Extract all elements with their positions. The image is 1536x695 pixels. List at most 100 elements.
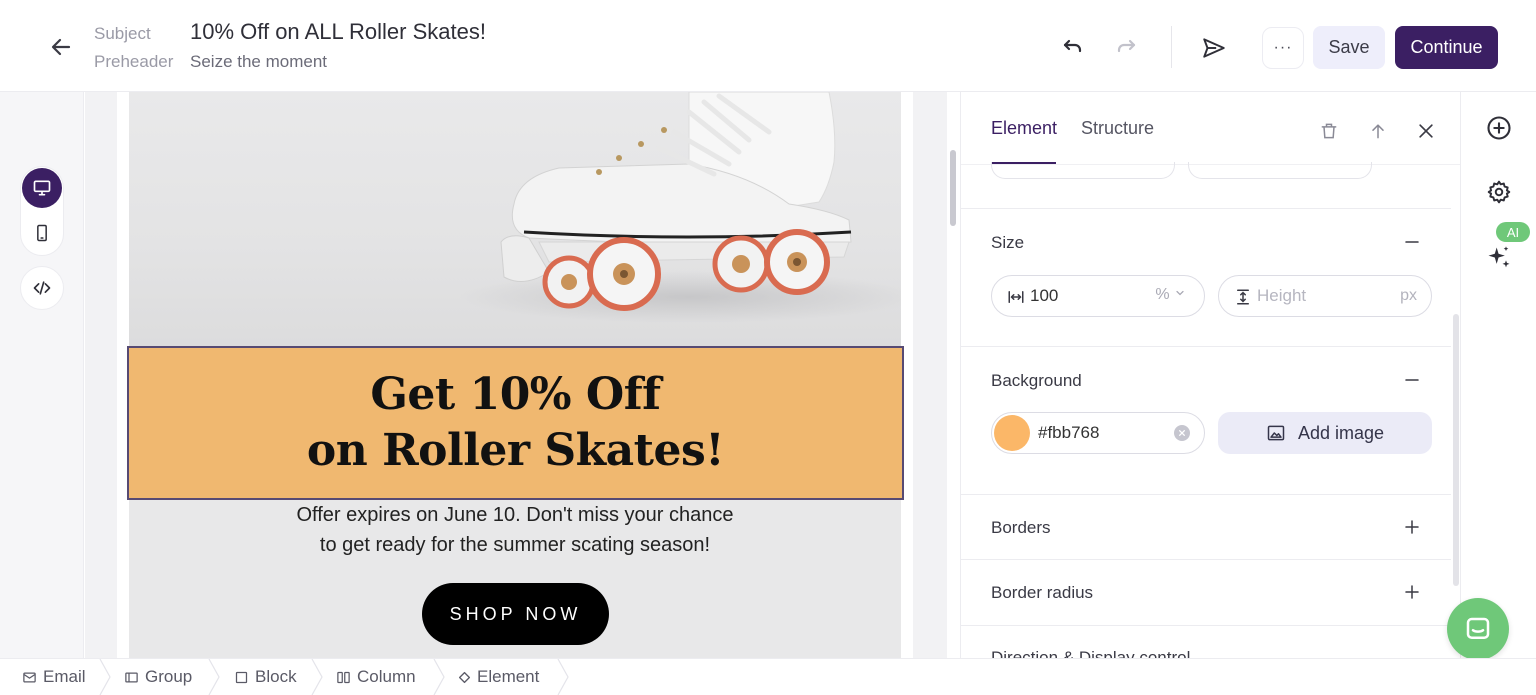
breadcrumb-email[interactable]: Email	[22, 659, 86, 695]
add-image-button[interactable]: Add image	[1218, 412, 1432, 454]
save-button[interactable]: Save	[1313, 26, 1385, 69]
subject-input[interactable]: 10% Off on ALL Roller Skates!	[190, 19, 486, 45]
scrolled-field[interactable]	[991, 162, 1175, 179]
panel-scrollbar[interactable]	[1453, 314, 1459, 586]
breadcrumb-column[interactable]: Column	[336, 659, 416, 695]
height-field[interactable]: Height px	[1218, 275, 1432, 317]
block-icon	[235, 671, 248, 683]
headline-banner[interactable]: Get 10% Off on Roller Skates!	[127, 346, 904, 500]
section-divider	[961, 625, 1451, 626]
size-section-title: Size	[991, 233, 1025, 252]
add-image-label: Add image	[1297, 422, 1385, 443]
background-color-field[interactable]: #fbb768	[991, 412, 1205, 454]
preheader-label: Preheader	[94, 52, 174, 71]
height-placeholder: Height	[1257, 286, 1307, 305]
element-icon	[458, 671, 471, 683]
undo-button[interactable]	[1055, 31, 1089, 65]
breadcrumb-email-label: Email	[43, 667, 86, 686]
breadcrumb-separator	[311, 659, 323, 695]
collapse-background-button[interactable]	[1401, 369, 1423, 391]
device-toggle	[20, 166, 64, 256]
mobile-view-button[interactable]	[22, 213, 62, 253]
breadcrumb-column-label: Column	[357, 667, 416, 686]
breadcrumb: Email Group Block Column Element	[0, 658, 1536, 695]
code-icon	[33, 281, 51, 295]
background-section-title: Background	[991, 371, 1082, 390]
right-toolbar: AI	[1460, 92, 1536, 658]
offer-line-1: Offer expires on June 10. Don't miss you…	[296, 504, 734, 526]
left-toolbar	[0, 92, 84, 658]
desktop-view-button[interactable]	[22, 168, 62, 208]
add-content-button[interactable]	[1483, 112, 1515, 144]
breadcrumb-group[interactable]: Group	[124, 659, 192, 695]
top-header: Subject Preheader 10% Off on ALL Roller …	[0, 0, 1536, 92]
breadcrumb-group-label: Group	[145, 667, 193, 686]
ai-badge: AI	[1496, 222, 1530, 242]
collapse-size-button[interactable]	[1401, 231, 1423, 253]
width-field[interactable]: 100 %	[991, 275, 1205, 317]
code-view-button[interactable]	[20, 266, 64, 310]
redo-icon	[1117, 39, 1136, 53]
mobile-icon	[37, 224, 47, 242]
height-icon	[1233, 287, 1253, 307]
height-unit: px	[1400, 287, 1417, 304]
offer-line-2: to get ready for the summer scating seas…	[319, 534, 711, 556]
clear-color-button[interactable]	[1174, 425, 1190, 441]
mail-icon	[23, 672, 36, 682]
breadcrumb-separator	[433, 659, 445, 695]
more-options-button[interactable]: ···	[1262, 27, 1304, 69]
breadcrumb-separator	[99, 659, 111, 695]
expand-borders-button[interactable]	[1401, 516, 1423, 538]
shop-now-button[interactable]: SHOP NOW	[422, 583, 609, 645]
arrow-up-icon	[1372, 124, 1384, 139]
header-divider	[1171, 26, 1172, 68]
preheader-input[interactable]: Seize the moment	[190, 52, 327, 72]
undo-icon	[1063, 39, 1082, 53]
close-panel-button[interactable]	[1411, 116, 1441, 146]
clear-icon	[1179, 430, 1185, 436]
expand-border-radius-button[interactable]	[1401, 581, 1423, 603]
width-unit: %	[1155, 286, 1170, 303]
width-value: 100	[1030, 286, 1059, 305]
delete-element-button[interactable]	[1314, 116, 1344, 146]
select-parent-button[interactable]	[1363, 116, 1393, 146]
offer-paragraph[interactable]: Offer expires on June 10. Don't miss you…	[129, 500, 901, 560]
breadcrumb-block[interactable]: Block	[234, 659, 297, 695]
continue-button[interactable]: Continue	[1395, 26, 1498, 69]
canvas-scrollbar[interactable]	[950, 150, 956, 226]
desktop-icon	[33, 180, 51, 196]
color-swatch[interactable]	[994, 415, 1030, 451]
section-divider	[961, 559, 1451, 560]
tab-structure[interactable]: Structure	[1081, 118, 1154, 139]
back-button[interactable]	[44, 30, 78, 64]
breadcrumb-element[interactable]: Element	[458, 659, 539, 695]
properties-panel: Element Structure Size 100 % Height px B…	[960, 92, 1460, 658]
close-icon	[1419, 124, 1433, 138]
plus-circle-icon	[1487, 116, 1511, 140]
minus-icon	[1405, 241, 1419, 243]
plus-icon	[1405, 520, 1419, 534]
scrolled-field[interactable]	[1188, 162, 1372, 179]
minus-icon	[1405, 379, 1419, 381]
gear-icon	[1487, 180, 1511, 204]
breadcrumb-separator	[208, 659, 220, 695]
width-icon	[1006, 287, 1026, 307]
width-unit-select[interactable]: %	[1155, 286, 1186, 304]
sparkles-icon	[1488, 246, 1510, 268]
breadcrumb-separator	[557, 659, 569, 695]
plus-icon	[1405, 585, 1419, 599]
redo-button[interactable]	[1110, 31, 1144, 65]
chat-support-button[interactable]	[1447, 598, 1509, 660]
section-divider	[961, 346, 1451, 347]
ai-assistant-button[interactable]	[1483, 242, 1515, 274]
chevron-down-icon	[1176, 290, 1184, 296]
tab-element[interactable]: Element	[991, 118, 1057, 139]
section-divider	[961, 494, 1451, 495]
send-test-button[interactable]	[1197, 31, 1231, 65]
settings-button[interactable]	[1483, 176, 1515, 208]
image-icon	[1267, 425, 1285, 441]
borders-section-title: Borders	[991, 518, 1051, 537]
trash-icon	[1321, 123, 1337, 139]
hero-image[interactable]	[129, 92, 901, 348]
border-radius-section-title: Border radius	[991, 583, 1094, 602]
